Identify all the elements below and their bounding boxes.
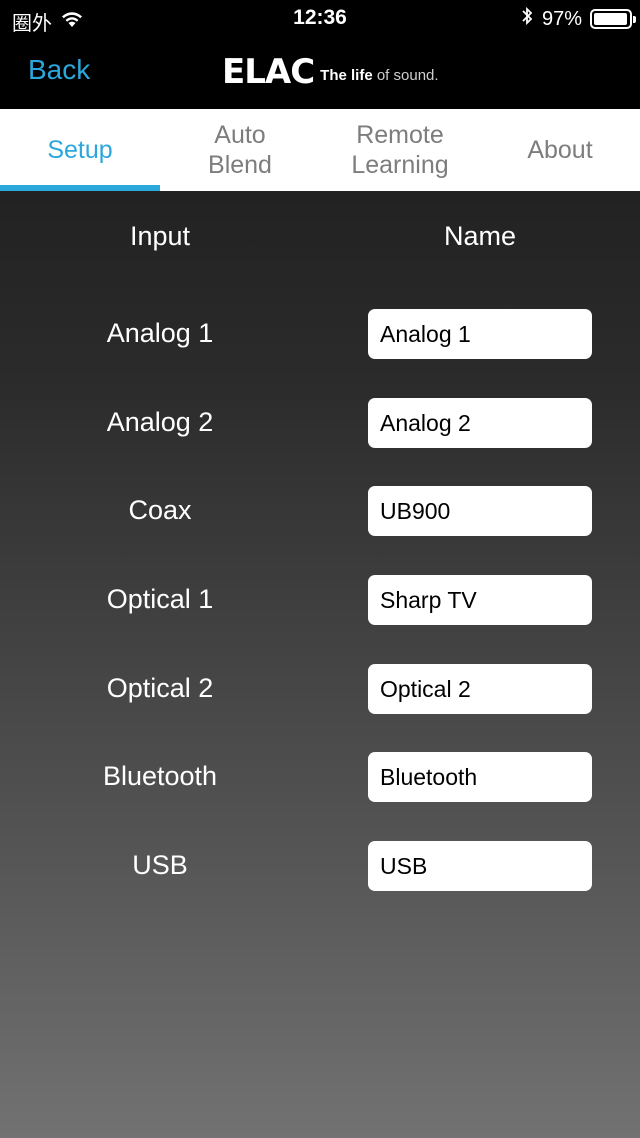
tab-setup[interactable]: Setup xyxy=(0,109,160,191)
input-column-header: Input xyxy=(129,221,191,251)
tab-auto-blend[interactable]: Auto Blend xyxy=(160,109,320,191)
input-row-bluetooth: Bluetooth xyxy=(0,752,640,802)
tab-label: Setup xyxy=(47,136,113,164)
setup-panel: Input Name Analog 1 Analog 2 Coax Optica… xyxy=(0,191,640,1138)
name-field[interactable] xyxy=(368,841,592,891)
name-column-header: Name xyxy=(443,221,517,251)
logo-tagline: The life of sound. xyxy=(320,67,438,84)
name-field[interactable] xyxy=(368,575,592,625)
status-bar: 圈外 12:36 97% xyxy=(0,0,640,36)
elac-logo: ELAC The life of sound. xyxy=(222,54,439,90)
input-row-optical-1: Optical 1 xyxy=(0,575,640,625)
input-label: Analog 2 xyxy=(106,407,214,437)
input-label: Analog 1 xyxy=(106,318,214,348)
input-row-coax: Coax xyxy=(0,486,640,536)
name-field[interactable] xyxy=(368,752,592,802)
input-row-usb: USB xyxy=(0,841,640,891)
logo-mark: ELAC xyxy=(222,52,315,92)
name-field[interactable] xyxy=(368,309,592,359)
name-field[interactable] xyxy=(368,486,592,536)
input-label: Optical 2 xyxy=(106,673,214,703)
tab-remote-learning[interactable]: Remote Learning xyxy=(320,109,480,191)
input-row-analog-2: Analog 2 xyxy=(0,398,640,448)
tab-label: Auto Blend xyxy=(208,121,272,179)
battery-percent: 97% xyxy=(541,7,582,30)
tab-label: About xyxy=(527,136,593,164)
name-field[interactable] xyxy=(368,398,592,448)
nav-bar: Back ELAC The life of sound. xyxy=(0,36,640,109)
input-row-analog-1: Analog 1 xyxy=(0,309,640,359)
input-label: Coax xyxy=(128,495,192,525)
input-label: USB xyxy=(132,850,188,880)
input-label: Optical 1 xyxy=(106,584,214,614)
logo-tagline-rest: of sound. xyxy=(372,66,439,84)
name-field[interactable] xyxy=(368,664,592,714)
bluetooth-icon xyxy=(520,6,534,32)
logo-tagline-bold: The life xyxy=(320,66,373,84)
battery-icon xyxy=(590,9,636,29)
tab-label: Remote Learning xyxy=(351,121,449,179)
back-button[interactable]: Back xyxy=(28,54,90,86)
tab-about[interactable]: About xyxy=(480,109,640,191)
input-row-optical-2: Optical 2 xyxy=(0,664,640,714)
input-label: Bluetooth xyxy=(102,761,218,791)
status-right: 97% xyxy=(520,6,636,32)
tab-bar: Setup Auto Blend Remote Learning About xyxy=(0,109,640,191)
